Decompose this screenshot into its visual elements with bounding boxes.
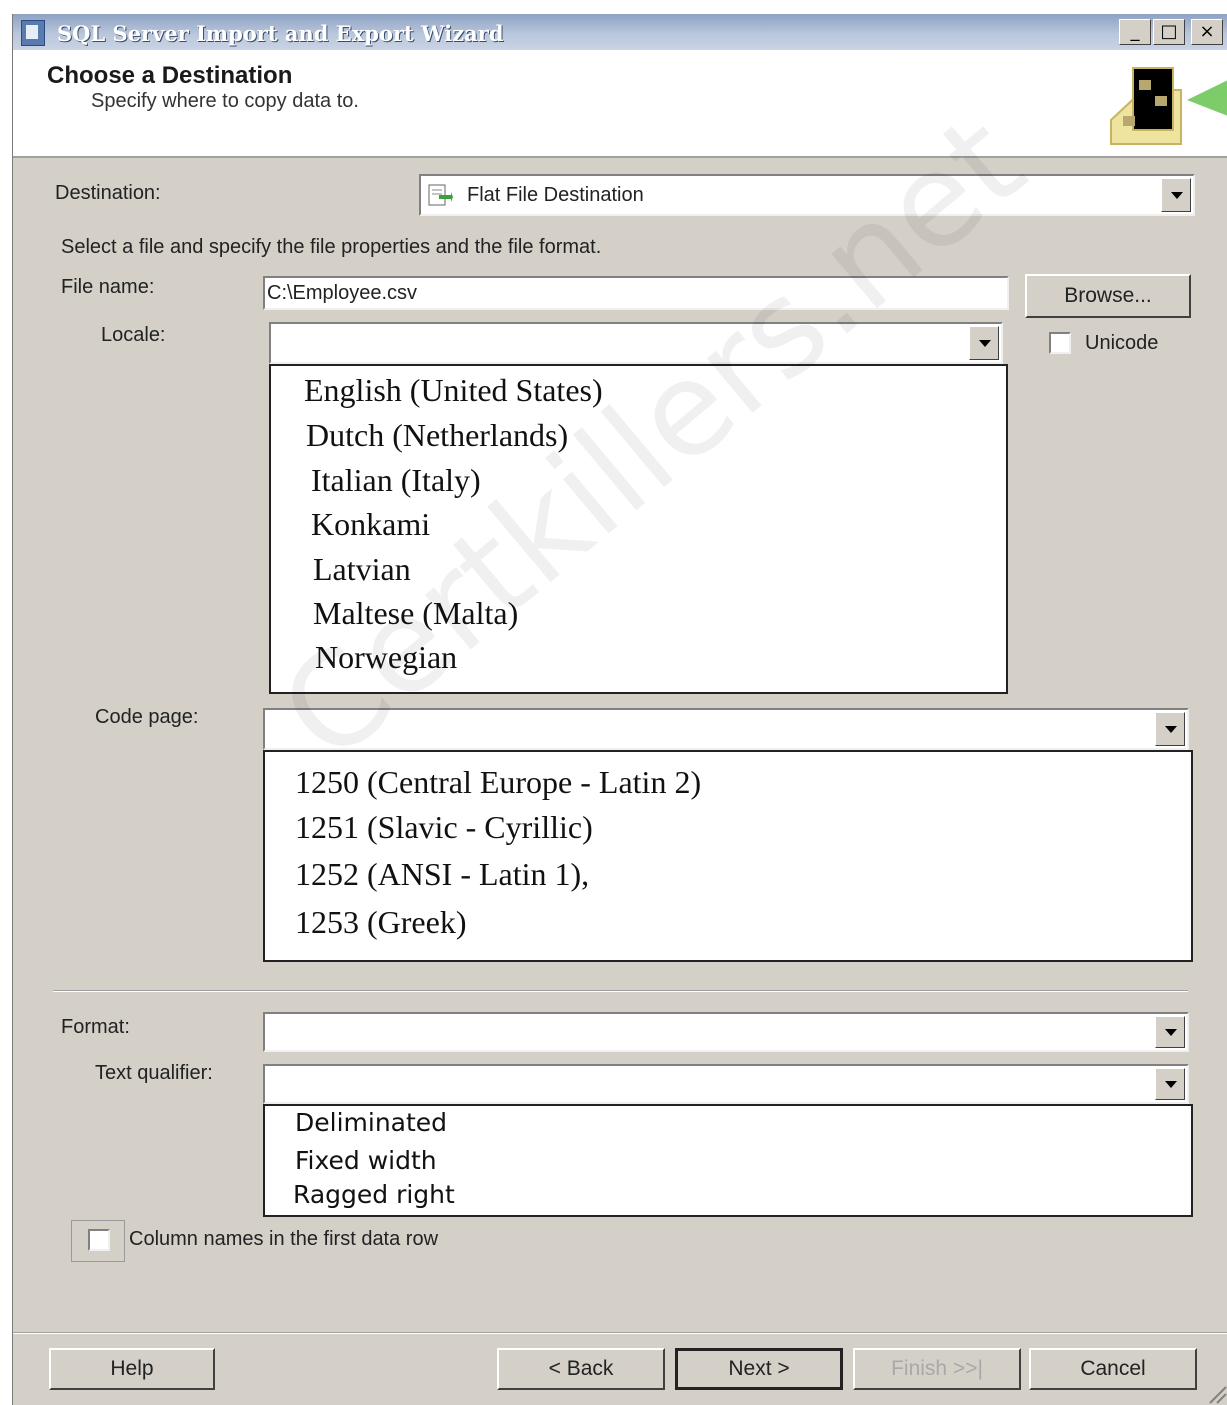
- resize-grip-icon[interactable]: [1206, 1383, 1227, 1405]
- text-qualifier-dropdown-button[interactable]: [1155, 1068, 1185, 1100]
- minimize-button[interactable]: _: [1119, 19, 1151, 45]
- list-item[interactable]: Norwegian: [315, 639, 457, 676]
- destination-dropdown-button[interactable]: [1161, 178, 1191, 212]
- locale-listbox[interactable]: English (United States) Dutch (Netherlan…: [269, 364, 1008, 694]
- list-item[interactable]: Ragged right: [293, 1180, 455, 1209]
- file-name-input[interactable]: C:\Employee.csv: [263, 276, 1009, 310]
- maximize-button[interactable]: □: [1153, 19, 1185, 45]
- cancel-button[interactable]: Cancel: [1029, 1348, 1197, 1390]
- help-button[interactable]: Help: [49, 1348, 215, 1390]
- checkbox-frame: [71, 1220, 125, 1262]
- file-name-label: File name:: [61, 276, 155, 298]
- window-title: SQL Server Import and Export Wizard: [57, 21, 504, 46]
- list-item[interactable]: Italian (Italy): [311, 462, 481, 499]
- column-names-label: Column names in the first data row: [129, 1228, 439, 1250]
- footer-separator: [13, 1332, 1227, 1334]
- text-qualifier-select[interactable]: [263, 1064, 1189, 1104]
- instruction-text: Select a file and specify the file prope…: [61, 236, 602, 258]
- format-label: Format:: [61, 1016, 130, 1038]
- destination-label: Destination:: [55, 182, 161, 204]
- separator: [53, 990, 1188, 992]
- wizard-folder-arrow-icon: [1110, 67, 1227, 145]
- list-item[interactable]: 1252 (ANSI - Latin 1),: [295, 856, 589, 893]
- next-button[interactable]: Next >: [675, 1348, 843, 1390]
- list-item[interactable]: English (United States): [304, 372, 603, 409]
- list-item[interactable]: Konkami: [311, 506, 430, 543]
- close-button[interactable]: ×: [1191, 19, 1223, 45]
- list-item[interactable]: Latvian: [313, 551, 411, 588]
- format-dropdown-button[interactable]: [1155, 1016, 1185, 1048]
- wizard-header: Choose a Destination Specify where to co…: [13, 50, 1227, 158]
- destination-select[interactable]: Flat File Destination: [419, 174, 1195, 216]
- list-item[interactable]: Fixed width: [295, 1146, 437, 1175]
- list-item[interactable]: Dutch (Netherlands): [306, 417, 568, 454]
- back-button[interactable]: < Back: [497, 1348, 665, 1390]
- unicode-label: Unicode: [1085, 332, 1159, 354]
- list-item[interactable]: 1253 (Greek): [295, 904, 466, 941]
- format-listbox[interactable]: Deliminated Fixed width Ragged right: [263, 1104, 1193, 1217]
- browse-button[interactable]: Browse...: [1025, 274, 1191, 318]
- title-bar[interactable]: SQL Server Import and Export Wizard _ □ …: [13, 14, 1227, 50]
- list-item[interactable]: Deliminated: [295, 1108, 447, 1137]
- finish-button[interactable]: Finish >>|: [853, 1348, 1021, 1390]
- code-page-dropdown-button[interactable]: [1155, 712, 1185, 746]
- wizard-window: SQL Server Import and Export Wizard _ □ …: [12, 14, 1227, 1405]
- locale-dropdown-button[interactable]: [969, 326, 999, 360]
- file-name-value: C:\Employee.csv: [267, 282, 418, 304]
- locale-select[interactable]: [269, 322, 1003, 364]
- code-page-select[interactable]: [263, 708, 1189, 750]
- code-page-label: Code page:: [95, 706, 199, 728]
- app-icon: [21, 20, 45, 46]
- code-page-listbox[interactable]: 1250 (Central Europe - Latin 2) 1251 (Sl…: [263, 750, 1193, 962]
- text-qualifier-label: Text qualifier:: [95, 1062, 213, 1084]
- list-item[interactable]: Maltese (Malta): [313, 595, 518, 632]
- destination-value: Flat File Destination: [467, 184, 644, 206]
- unicode-checkbox[interactable]: [1049, 332, 1071, 354]
- column-names-checkbox[interactable]: [88, 1229, 110, 1251]
- page-subtitle: Specify where to copy data to.: [91, 90, 359, 112]
- format-select[interactable]: [263, 1012, 1189, 1052]
- page-title: Choose a Destination: [47, 62, 293, 89]
- list-item[interactable]: 1250 (Central Europe - Latin 2): [295, 764, 701, 801]
- list-item[interactable]: 1251 (Slavic - Cyrillic): [295, 809, 593, 846]
- flat-file-icon: [428, 184, 453, 206]
- locale-label: Locale:: [101, 324, 166, 346]
